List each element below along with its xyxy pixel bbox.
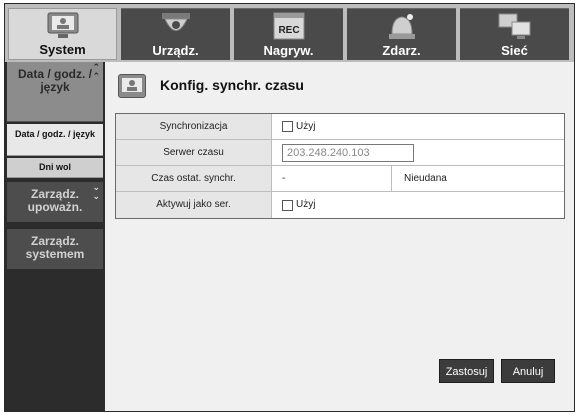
sync-label: Synchronizacja: [116, 114, 272, 139]
tab-network[interactable]: Sieć: [460, 8, 569, 60]
divider: [391, 166, 392, 191]
app-window: System Urządz. REC Nagryw. Zdarz. Sieć ⌃…: [4, 3, 575, 412]
sidebar-group-label: Zarządz. systemem: [25, 234, 85, 261]
tab-label: System: [39, 42, 86, 57]
sidebar-item-label: Dni wol: [39, 162, 71, 172]
tab-label: Sieć: [501, 43, 528, 58]
sidebar-group-date-time[interactable]: ⌃ ⌃ Data / godz. / język: [7, 62, 103, 122]
chevron-up-icon: ⌃ ⌃: [92, 62, 100, 81]
tab-label: Nagryw.: [263, 43, 314, 58]
monitor-icon: [118, 74, 146, 98]
tab-system[interactable]: System: [8, 8, 117, 60]
main-panel: Konfig. synchr. czasu Synchronizacja Uży…: [105, 62, 574, 411]
row-synchronization: Synchronizacja Użyj: [116, 114, 564, 140]
checkbox-label: Użyj: [296, 120, 316, 132]
time-server-input[interactable]: 203.248.240.103: [282, 144, 414, 162]
server-label: Serwer czasu: [116, 140, 272, 165]
apply-button[interactable]: Zastosuj: [439, 359, 494, 383]
sync-checkbox[interactable]: Użyj: [282, 114, 315, 139]
tab-label: Urządz.: [152, 43, 199, 58]
top-menu-bar: System Urządz. REC Nagryw. Zdarz. Sieć: [5, 4, 574, 62]
sidebar-item-label: Data / godz. / język: [14, 129, 96, 139]
sidebar-group-label: Data / godz. / język: [17, 67, 92, 94]
tab-device[interactable]: Urządz.: [121, 8, 230, 60]
tab-event[interactable]: Zdarz.: [347, 8, 456, 60]
alarm-icon: [388, 14, 415, 39]
activate-label: Aktywuj jako ser.: [116, 192, 272, 218]
chevron-down-icon: ⌄ ⌄: [92, 182, 100, 201]
checkbox-label: Użyj: [296, 199, 316, 210]
sidebar-group-system-mgmt[interactable]: Zarządz. systemem: [7, 229, 103, 269]
sidebar-group-permissions[interactable]: ⌄ ⌄ Zarządz. upoważn.: [7, 182, 103, 222]
page-title: Konfig. synchr. czasu: [160, 77, 304, 93]
svg-text:REC: REC: [278, 25, 299, 36]
monitor-icon: [47, 12, 78, 38]
cancel-button[interactable]: Anuluj: [501, 359, 555, 383]
row-activate-server: Aktywuj jako ser. Użyj: [116, 192, 564, 218]
tab-label: Zdarz.: [382, 43, 421, 58]
checkbox[interactable]: [282, 199, 293, 211]
camera-icon: [161, 13, 190, 31]
network-icon: [498, 13, 530, 39]
row-time-server: Serwer czasu 203.248.240.103: [116, 140, 564, 166]
settings-table: Synchronizacja Użyj Serwer czasu 203.248…: [115, 113, 565, 219]
tab-record[interactable]: REC Nagryw.: [234, 8, 343, 60]
last-sync-label: Czas ostat. synchr.: [116, 166, 272, 191]
checkbox[interactable]: [282, 121, 293, 132]
sidebar-item-holidays[interactable]: Dni wol: [7, 158, 103, 178]
sidebar-item-date-time[interactable]: Data / godz. / język: [7, 124, 103, 156]
rec-icon: REC: [273, 12, 304, 40]
row-last-sync: Czas ostat. synchr. - Nieudana: [116, 166, 564, 192]
activate-checkbox[interactable]: Użyj: [282, 192, 315, 218]
last-sync-status: Nieudana: [404, 173, 447, 184]
sidebar: ⌃ ⌃ Data / godz. / język Data / godz. / j…: [5, 62, 105, 411]
sidebar-group-label: Zarządz. upoważn.: [27, 187, 83, 214]
last-sync-value: -: [282, 172, 286, 184]
